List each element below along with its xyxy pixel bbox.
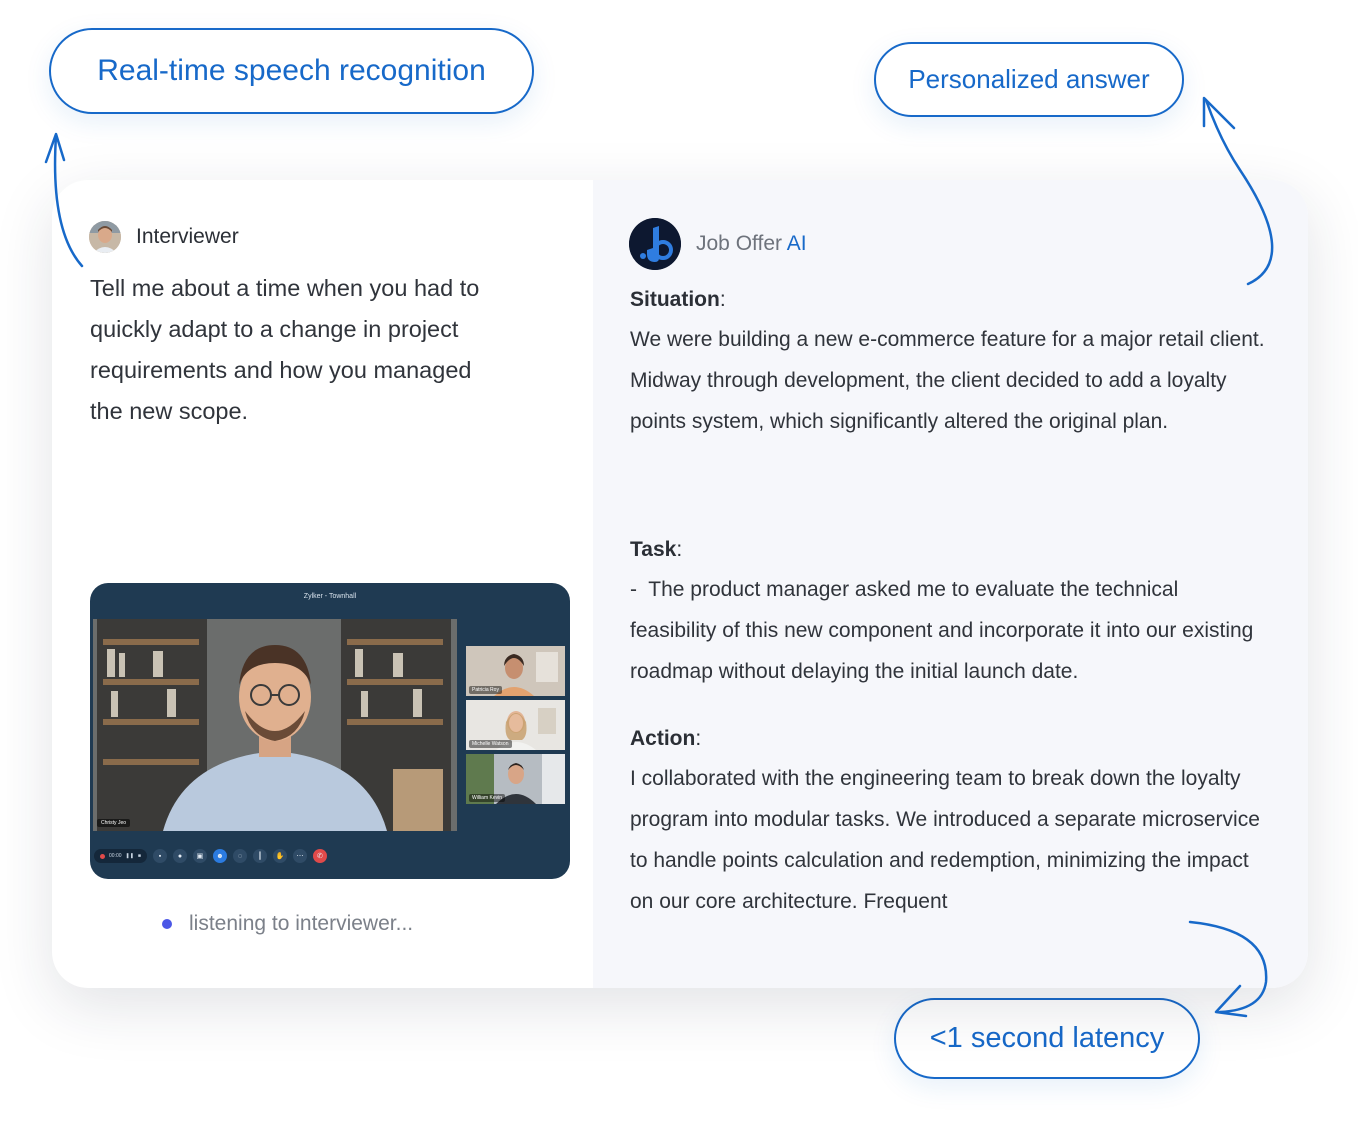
participants-icon[interactable]: ☻ <box>212 849 227 863</box>
video-call-preview: Zylker - Townhall Christy Jeo Patricia R… <box>90 583 570 879</box>
chat-icon[interactable]: ◌ <box>232 849 247 863</box>
task-text: - The product manager asked me to evalua… <box>630 578 1260 683</box>
poll-icon[interactable]: ┃ <box>252 849 267 863</box>
recording-indicator: 00:00 ❚❚ ■ <box>94 849 147 863</box>
end-call-button[interactable]: ✆ <box>312 849 327 863</box>
stop-icon[interactable]: ■ <box>138 853 141 859</box>
call-timer: 00:00 <box>109 853 122 859</box>
task-title-text: Task <box>630 538 677 561</box>
personal-arrowhead-icon <box>1202 96 1236 130</box>
participant-thumb: Patricia Roy <box>466 646 565 696</box>
ai-answer-panel: Job Offer AI Situation: We were building… <box>593 180 1308 988</box>
pause-icon[interactable]: ❚❚ <box>126 853 134 859</box>
situation-title-text: Situation <box>630 288 720 311</box>
participant-name: William Kevin <box>469 794 506 802</box>
answer-task: Task: - The product manager asked me to … <box>630 538 1270 692</box>
listening-text: listening to interviewer... <box>189 912 414 935</box>
main-video-feed: Christy Jeo <box>93 619 457 831</box>
camera-icon[interactable]: ▪ <box>152 849 167 863</box>
latency-arrowhead-icon <box>1214 984 1248 1018</box>
screen-share-icon[interactable]: ▣ <box>192 849 207 863</box>
speech-arrowhead-icon <box>44 132 66 164</box>
speech-recognition-label: Real-time speech recognition <box>97 54 486 87</box>
situation-text: We were building a new e-commerce featur… <box>630 328 1265 433</box>
participant-name: Patricia Roy <box>469 686 502 694</box>
interviewer-name: Interviewer <box>136 225 239 248</box>
task-title: Task: <box>630 538 683 561</box>
ai-header: Job Offer AI <box>629 218 807 270</box>
answer-situation: Situation: We were building a new e-comm… <box>630 288 1270 442</box>
microphone-icon[interactable]: ● <box>172 849 187 863</box>
action-title-text: Action <box>630 727 696 750</box>
main-participant-label: Christy Jeo <box>97 819 131 827</box>
personalized-answer-label: Personalized answer <box>908 64 1150 94</box>
interviewer-question: Tell me about a time when you had to qui… <box>90 275 480 424</box>
participant-thumb: William Kevin <box>466 754 565 804</box>
personalized-answer-callout: Personalized answer <box>874 42 1184 117</box>
ai-name-accent: AI <box>786 232 807 255</box>
answer-action: Action: I collaborated with the engineer… <box>630 727 1270 922</box>
record-dot-icon <box>100 853 105 859</box>
call-toolbar: 00:00 ❚❚ ■ ▪ ● ▣ ☻ ◌ ┃ ✋ ⋯ ✆ <box>94 847 332 865</box>
interview-card: Interviewer Tell me about a time when yo… <box>52 180 1308 988</box>
interviewer-header: Interviewer <box>89 221 239 253</box>
speech-recognition-callout: Real-time speech recognition <box>49 28 534 114</box>
action-title: Action: <box>630 727 702 750</box>
situation-title: Situation: <box>630 288 726 311</box>
latency-callout: <1 second latency <box>894 998 1200 1079</box>
action-text: I collaborated with the engineering team… <box>630 767 1260 913</box>
latency-label: <1 second latency <box>929 1022 1165 1054</box>
participant-thumb: Michelle Watson <box>466 700 565 750</box>
more-options-icon[interactable]: ⋯ <box>292 849 307 863</box>
reactions-icon[interactable]: ✋ <box>272 849 287 863</box>
job-offer-ai-logo-icon <box>629 218 681 270</box>
listening-status: listening to interviewer... <box>162 912 413 936</box>
live-dot-icon <box>162 919 172 929</box>
participant-name: Michelle Watson <box>469 740 512 748</box>
interviewer-avatar <box>89 221 121 253</box>
ai-name-prefix: Job Offer <box>696 232 782 255</box>
video-call-title: Zylker - Townhall <box>303 593 357 600</box>
ai-name: Job Offer AI <box>696 232 807 256</box>
